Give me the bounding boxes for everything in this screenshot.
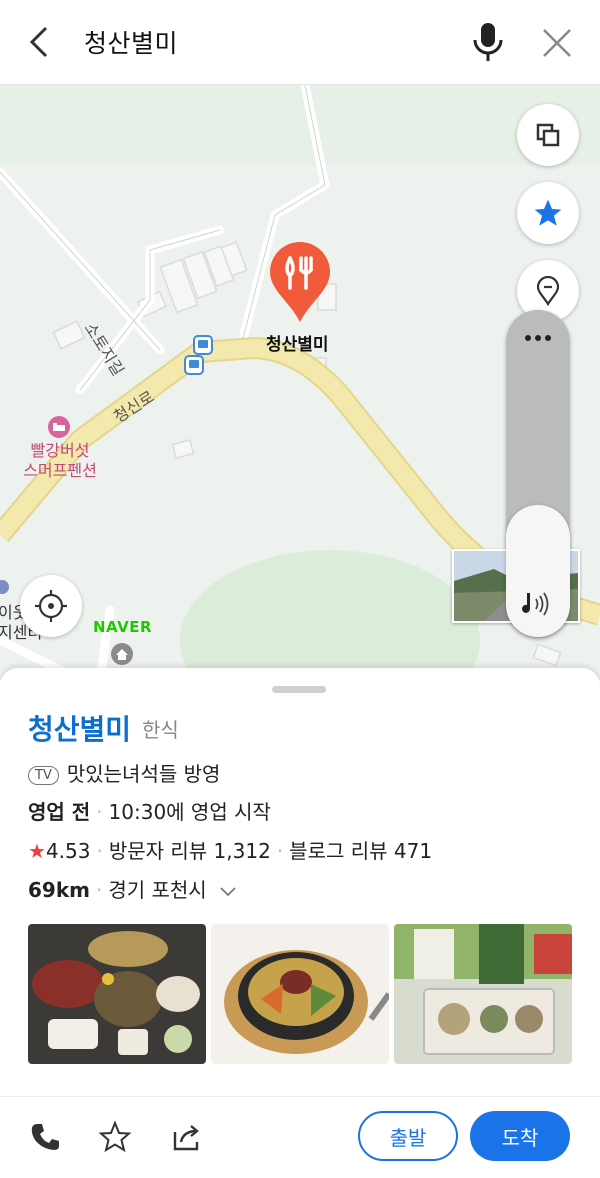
search-bar: 청산별미 [0,0,600,85]
poi-label: 빨강버섯 스머프펜션 [18,441,102,481]
food-photo-bbq [28,924,206,1064]
favorites-button[interactable] [517,182,579,244]
more-icon[interactable] [524,334,552,342]
visitor-reviews-link[interactable]: 방문자 리뷰 1,312 [109,839,271,863]
divider [0,1096,600,1097]
back-arrow-icon[interactable] [20,22,60,62]
place-name[interactable]: 청산별미 [28,708,131,748]
current-location-button[interactable] [20,575,82,637]
tv-row: TV 맛있는녀석들 방영 [28,758,220,787]
lodging-icon[interactable] [47,415,71,439]
address: 경기 포천시 [108,878,207,902]
distance: 69km [28,878,90,902]
pin-label: 청산별미 [266,335,329,355]
place-info-sheet: 청산별미 한식 TV 맛있는녀석들 방영 영업 전 · 10:30에 영업 시작 ★4… [0,668,600,1178]
map-view[interactable]: 소토지길 청신로 청산별미 빨강버섯 스머프펜션 이웃 지센터 NAVER [0,85,600,680]
map-layers-button[interactable] [517,104,579,166]
rating-value: 4.53 [45,839,91,863]
map-pin-outline-icon [536,276,560,306]
facility-icon [0,580,9,594]
business-status: 영업 전 [28,800,91,824]
sheet-drag-handle[interactable] [272,686,326,693]
photo-item[interactable] [211,924,389,1064]
bus-stop-icon[interactable] [184,355,204,375]
layers-icon [536,123,560,147]
phone-icon[interactable] [28,1120,62,1154]
microphone-icon[interactable] [466,20,510,64]
star-outline-icon[interactable] [98,1120,132,1154]
tv-badge: TV [28,766,59,785]
restaurant-pin-icon[interactable] [268,240,332,324]
sound-icon [522,592,549,616]
photo-gallery [28,924,572,1064]
arrive-button[interactable]: 도착 [470,1111,570,1161]
rating-row: ★4.53 · 방문자 리뷰 1,312 · 블로그 리뷰 471 [28,839,433,863]
star-filled-icon [534,199,562,226]
share-icon[interactable] [170,1120,204,1154]
bus-stop-icon[interactable] [193,335,213,355]
home-poi-icon [111,643,133,665]
rating-star-icon: ★ [28,839,46,863]
poi-label-line2: 스머프펜션 [23,461,97,480]
food-photo-takeout [394,924,572,1064]
tv-program: 맛있는녀석들 방영 [66,762,221,786]
zoom-slider-knob[interactable] [506,505,570,637]
place-category: 한식 [142,718,179,742]
food-photo-bibimbap [211,924,389,1064]
business-hours: 10:30에 영업 시작 [108,800,271,824]
poi-label-line1: 빨강버섯 [30,441,90,460]
search-query-text[interactable]: 청산별미 [84,24,178,60]
close-icon[interactable] [538,24,576,62]
depart-button[interactable]: 출발 [358,1111,458,1161]
chevron-down-icon[interactable] [219,886,237,898]
naver-logo: NAVER [93,618,153,636]
photo-item[interactable] [28,924,206,1064]
location-row[interactable]: 69km · 경기 포천시 [28,874,237,903]
crosshair-icon [35,590,67,622]
hours-row[interactable]: 영업 전 · 10:30에 영업 시작 [28,796,271,825]
blog-reviews-link[interactable]: 블로그 리뷰 471 [289,839,432,863]
photo-item[interactable] [394,924,572,1064]
